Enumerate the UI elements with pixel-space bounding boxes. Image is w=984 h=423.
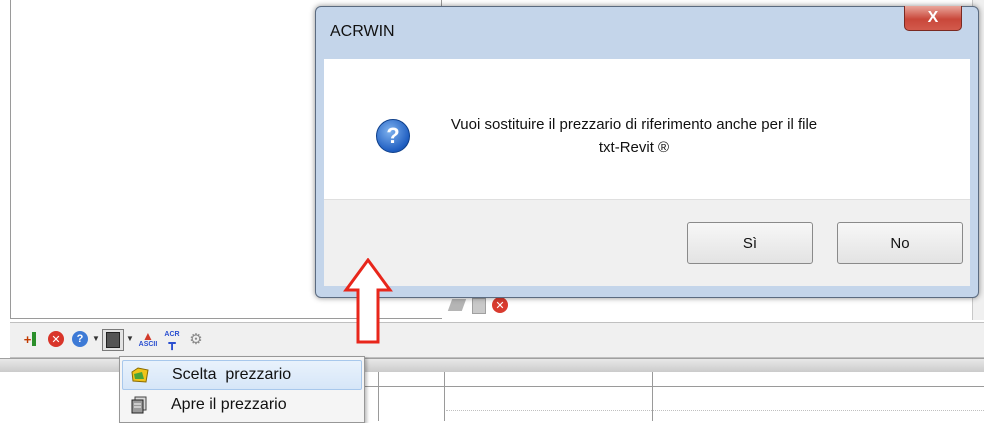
import-ascii-icon[interactable]: ▲ ASCII [138, 329, 158, 349]
document-stack-icon [127, 395, 151, 415]
menu-item-scelta-prezzario[interactable]: Scelta prezzario [122, 360, 362, 390]
menu-item-label: Scelta prezzario [172, 366, 292, 383]
message-line-2: txt-Revit ® [598, 139, 670, 156]
confirm-dialog: ACRWIN X ? Vuoi sostituire il prezzario … [315, 6, 979, 298]
dialog-titlebar[interactable]: ACRWIN X [316, 6, 978, 57]
dialog-footer: Sì No [324, 199, 970, 286]
yes-button[interactable]: Sì [687, 222, 813, 264]
remove-icon[interactable]: ✕ [492, 297, 508, 313]
menu-item-apre-prezzario[interactable]: Apre il prezzario [122, 391, 360, 419]
right-toolbar-strip: ✕ [440, 296, 960, 318]
question-icon: ? [376, 119, 410, 153]
delete-icon[interactable]: ✕ [46, 329, 66, 349]
dialog-message: Vuoi sostituire il prezzario di riferime… [424, 113, 844, 159]
acr-tool-icon[interactable]: ACR ┳ [162, 329, 182, 349]
dialog-title: ACRWIN [330, 23, 395, 40]
close-button[interactable]: X [904, 6, 962, 31]
grid-row-divider [360, 386, 984, 387]
add-row-icon[interactable]: + [20, 329, 40, 349]
price-list-dropdown-icon[interactable]: ▼ [126, 334, 134, 343]
grid-column-divider [652, 372, 653, 421]
bottom-toolbar: + ✕ ? ▼ ▼ ▲ ASCII ACR ┳ ⚙ [10, 322, 984, 358]
price-list-menu: Scelta prezzario Apre il prezzario [119, 356, 365, 423]
copy-icon[interactable] [472, 298, 486, 314]
message-line-1: Vuoi sostituire il prezzario di riferime… [450, 116, 818, 133]
folder-pick-icon [128, 365, 152, 385]
grid-dotted-line [446, 410, 984, 412]
help-icon[interactable]: ? [70, 329, 90, 349]
close-icon: X [927, 9, 939, 26]
eraser-icon[interactable] [447, 299, 467, 311]
annotation-arrow-icon [343, 258, 393, 344]
menu-item-label: Apre il prezzario [171, 396, 287, 413]
no-button[interactable]: No [837, 222, 963, 264]
settings-icon[interactable]: ⚙ [186, 329, 206, 349]
grid-column-divider [444, 372, 445, 421]
grid-column-divider [378, 372, 379, 421]
help-dropdown-icon[interactable]: ▼ [92, 334, 100, 343]
price-list-icon[interactable] [102, 329, 124, 351]
dialog-content: ? Vuoi sostituire il prezzario di riferi… [324, 59, 970, 199]
